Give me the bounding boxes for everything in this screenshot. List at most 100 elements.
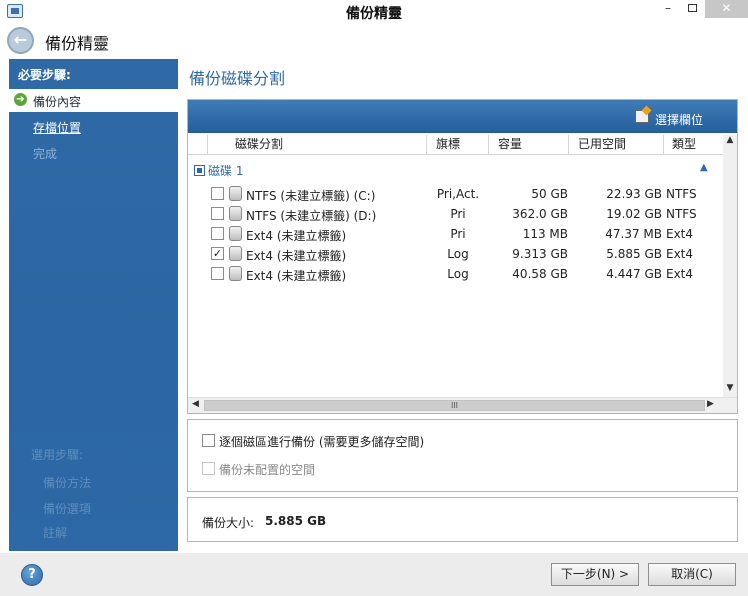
partition-flags: Log [447,247,469,261]
backup-size-panel: 備份大小: 5.885 GB [187,497,738,542]
step-archive-location[interactable]: 存檔位置 [9,116,178,139]
back-button[interactable]: ← [7,27,34,54]
partition-type: Ext4 [666,267,694,281]
column-header-type[interactable]: 類型 [664,135,723,155]
column-header-check[interactable] [188,135,208,155]
cancel-button[interactable]: 取消(C) [648,563,736,586]
disk-icon [229,266,242,281]
required-steps-heading: 必要步驟: [18,68,71,82]
scroll-left-icon[interactable]: ◀ [192,399,199,409]
grid-toolbar: 選擇欄位 [188,100,737,133]
partition-used: 19.02 GB [606,207,662,221]
partition-flags: Log [447,267,469,281]
partition-used: 47.37 MB [605,227,662,241]
partition-type: NTFS [666,187,697,201]
optional-steps-heading: 選用步驟: [31,448,84,462]
title-bar: 備份精靈 – ✕ [0,0,748,24]
sector-by-sector-option[interactable]: 逐個磁區進行備份 (需要更多儲存空間) [202,433,502,449]
minimize-button[interactable]: – [660,0,676,18]
select-columns-label: 選擇欄位 [655,113,704,127]
disk-icon [229,186,242,201]
scroll-thumb[interactable]: III [204,400,705,411]
scroll-right-icon[interactable]: ▶ [707,399,714,409]
partition-flags: Pri [450,207,466,221]
backup-size-label: 備份大小: [202,516,255,530]
table-row[interactable]: NTFS (未建立標籤) (C:) Pri,Act. 50 GB 22.93 G… [188,184,723,204]
window-title: 備份精靈 [346,6,402,22]
maximize-button[interactable] [684,0,700,18]
partition-used: 22.93 GB [606,187,662,201]
disk-group-label: 磁碟 1 [208,164,244,178]
step-label: 存檔位置 [33,121,82,135]
optional-step-backup-options: 備份選項 [43,502,92,516]
row-checkbox[interactable] [211,227,224,240]
partition-name: Ext4 (未建立標籤) [246,269,347,283]
table-row[interactable]: NTFS (未建立標籤) (D:) Pri 362.0 GB 19.02 GB … [188,204,723,224]
column-header-flags[interactable]: 旗標 [427,135,489,155]
backup-size-value: 5.885 GB [265,514,327,528]
column-header-row: 磁碟分割 旗標 容量 已用空間 類型 [188,135,723,155]
partition-capacity: 362.0 GB [512,207,568,221]
sector-by-sector-checkbox[interactable] [202,434,215,447]
step-label: 備份內容 [33,95,82,109]
table-row[interactable]: Ext4 (未建立標籤) Log 40.58 GB 4.447 GB Ext4 [188,264,723,284]
column-header-used[interactable]: 已用空間 [569,135,664,155]
step-label: 完成 [33,147,58,161]
backup-wizard-window: 備份精靈 – ✕ ← 備份精靈 必要步驟: ➔ 備份內容 存檔位置 完成 選用步… [0,0,748,596]
partition-flags: Pri [450,227,466,241]
partition-capacity: 113 MB [522,227,568,241]
optional-step-backup-method: 備份方法 [43,476,92,490]
partition-name: Ext4 (未建立標籤) [246,249,347,263]
unallocated-space-checkbox [202,462,215,475]
row-checkbox[interactable] [211,207,224,220]
partition-capacity: 50 GB [531,187,568,201]
step-backup-content[interactable]: ➔ 備份內容 [9,89,178,112]
maximize-icon [687,4,697,12]
partition-name: NTFS (未建立標籤) (C:) [246,189,376,203]
vertical-scrollbar[interactable]: ▲ ▼ [723,135,737,397]
help-icon[interactable]: ? [21,564,43,586]
partition-flags: Pri,Act. [436,187,480,201]
wizard-header: ← 備份精靈 [0,24,748,57]
next-button[interactable]: 下一步(N) > [551,563,639,586]
table-row[interactable]: ✓ Ext4 (未建立標籤) Log 9.313 GB 5.885 GB Ext… [188,244,723,264]
unallocated-space-label: 備份未配置的空間 [219,463,316,477]
scroll-down-icon[interactable]: ▼ [723,383,737,397]
back-arrow-icon: ← [13,30,28,49]
row-checkbox[interactable] [211,187,224,200]
collapse-caret-icon[interactable]: ▲ [700,162,708,173]
sector-by-sector-label: 逐個磁區進行備份 (需要更多儲存空間) [219,435,425,449]
table-row[interactable]: Ext4 (未建立標籤) Pri 113 MB 47.37 MB Ext4 [188,224,723,244]
partition-used: 4.447 GB [606,267,662,281]
row-checkbox[interactable] [211,267,224,280]
current-step-arrow-icon: ➔ [14,93,27,106]
partition-grid: 選擇欄位 磁碟分割 旗標 容量 已用空間 類型 ▲ ▼ 磁碟 1 ▲ NTFS … [187,99,738,414]
unallocated-space-option: 備份未配置的空間 [202,461,402,477]
select-columns-button[interactable]: 選擇欄位 [635,110,704,128]
partition-used: 5.885 GB [606,247,662,261]
row-checkbox-checked[interactable]: ✓ [211,247,224,260]
wizard-title: 備份精靈 [45,34,110,53]
wizard-footer: ? 下一步(N) > 取消(C) [0,553,748,596]
partition-name: NTFS (未建立標籤) (D:) [246,209,377,223]
horizontal-scrollbar[interactable]: ◀ III ▶ [188,397,737,413]
page-title: 備份磁碟分割 [189,69,286,88]
disk-group-checkbox[interactable] [194,165,205,176]
partition-capacity: 40.58 GB [512,267,568,281]
scroll-up-icon[interactable]: ▲ [723,135,737,149]
partition-name: Ext4 (未建立標籤) [246,229,347,243]
partition-type: Ext4 [666,227,694,241]
disk-icon [229,246,242,261]
optional-step-comments: 註解 [43,526,68,540]
step-finish: 完成 [9,142,178,165]
steps-sidebar: 必要步驟: ➔ 備份內容 存檔位置 完成 選用步驟: 備份方法 備份選項 註解 [9,59,178,551]
partition-type: Ext4 [666,247,694,261]
disk-group-row[interactable]: 磁碟 1 [194,162,243,179]
column-header-capacity[interactable]: 容量 [489,135,569,155]
columns-icon [635,110,649,123]
partition-capacity: 9.313 GB [512,247,568,261]
column-header-partition[interactable]: 磁碟分割 [208,135,427,155]
close-button[interactable]: ✕ [705,0,748,18]
backup-options-panel: 逐個磁區進行備份 (需要更多儲存空間) 備份未配置的空間 [187,419,738,492]
disk-icon [229,206,242,221]
